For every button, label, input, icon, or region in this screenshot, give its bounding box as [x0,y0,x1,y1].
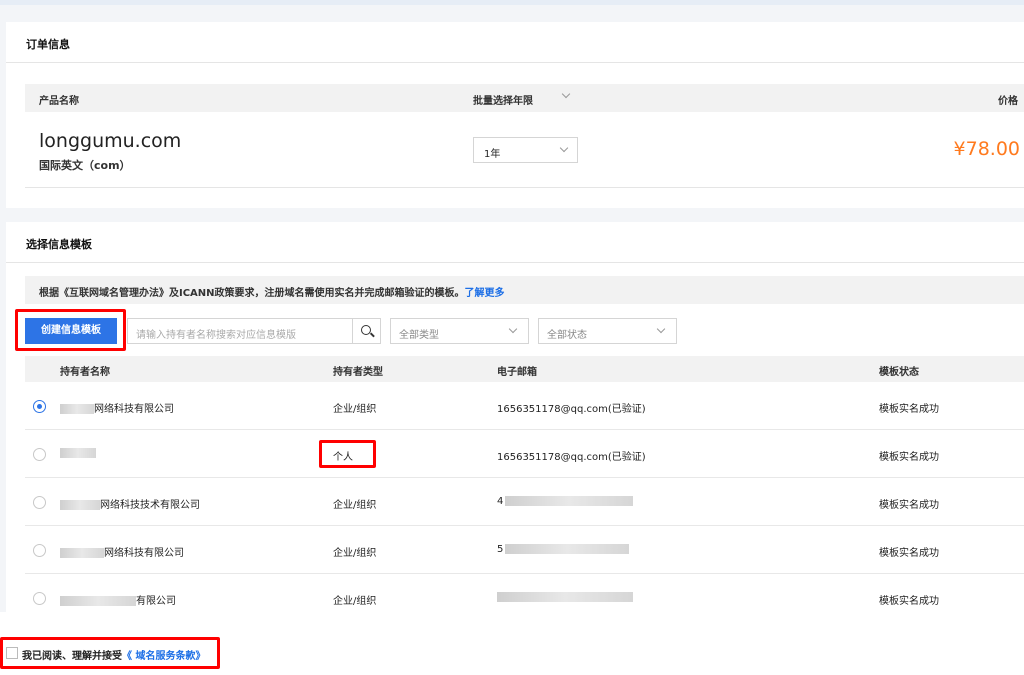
header-product: 产品名称 [39,96,79,107]
holder-type: 企业/组织 [333,404,377,415]
order-table-header: 产品名称 批量选择年限 价格 [25,84,1024,112]
header-email: 电子邮箱 [497,367,537,378]
radio-unselected[interactable] [33,448,46,461]
holder-type: 企业/组织 [333,596,377,607]
notice-bar: 根据《互联网域名管理办法》及ICANN政策要求，注册域名需使用实名并完成邮箱验证… [25,276,1024,304]
agreement-footer: 我已阅读、理解并接受《 域名服务条款》 [0,612,1024,675]
header-status: 模板状态 [879,367,919,378]
product-name: longgumu.com [39,130,182,152]
holder-name: 网络科技技术有限公司 [100,500,200,511]
holder-type: 企业/组织 [333,500,377,511]
type-filter-value: 全部类型 [399,330,439,341]
template-table-header: 持有者名称 持有者类型 电子邮箱 模板状态 [25,356,1024,382]
radio-unselected[interactable] [33,544,46,557]
status-filter-value: 全部状态 [547,330,587,341]
header-type: 持有者类型 [333,367,383,378]
radio-selected[interactable] [33,400,46,413]
order-info-title: 订单信息 [26,38,70,51]
table-row[interactable]: 网络科技有限公司 企业/组织 5 模板实名成功 [25,526,1024,574]
search-button[interactable] [352,319,380,343]
year-select[interactable]: 1年 [473,137,578,163]
table-row[interactable]: 网络科技技术有限公司 企业/组织 4 模板实名成功 [25,478,1024,526]
highlight-box [0,637,220,669]
header-years: 批量选择年限 [473,96,533,107]
top-strip [0,0,1024,5]
holder-email: 5 [497,544,504,555]
holder-name: 有限公司 [136,596,176,607]
type-filter-select[interactable]: 全部类型 [390,318,529,344]
highlight-box [15,309,126,351]
template-status: 模板实名成功 [879,500,939,511]
highlight-box [319,440,376,468]
chevron-down-icon [656,324,666,334]
template-card: 选择信息模板 根据《互联网域名管理办法》及ICANN政策要求，注册域名需使用实名… [6,222,1024,612]
product-subtitle: 国际英文（com） [39,159,131,172]
holder-type: 企业/组织 [333,548,377,559]
divider [6,262,1024,263]
order-info-card: 订单信息 产品名称 批量选择年限 价格 longgumu.com 国际英文（co… [6,22,1024,208]
radio-unselected[interactable] [33,592,46,605]
status-filter-select[interactable]: 全部状态 [538,318,677,344]
template-status: 模板实名成功 [879,452,939,463]
search-box: 请输入持有者名称搜索对应信息模版 [127,318,381,344]
holder-email: 1656351178@qq.com(已验证) [497,404,646,415]
chevron-down-icon [508,324,518,334]
search-input[interactable]: 请输入持有者名称搜索对应信息模版 [136,326,296,341]
header-price: 价格 [998,96,1018,107]
divider [25,187,1024,188]
holder-name: 网络科技有限公司 [104,548,184,559]
template-status: 模板实名成功 [879,596,939,607]
holder-email: 1656351178@qq.com(已验证) [497,452,646,463]
chevron-down-icon [559,143,569,153]
holder-name: 网络科技有限公司 [94,404,174,415]
price-value: ¥78.00 [953,138,1020,160]
table-row[interactable]: 网络科技有限公司 企业/组织 1656351178@qq.com(已验证) 模板… [25,382,1024,430]
learn-more-link[interactable]: 了解更多 [465,288,505,299]
notice-text: 根据《互联网域名管理办法》及ICANN政策要求，注册域名需使用实名并完成邮箱验证… [39,288,465,299]
radio-unselected[interactable] [33,496,46,509]
divider [6,62,1024,63]
header-holder: 持有者名称 [60,367,110,378]
template-title: 选择信息模板 [26,238,92,251]
chevron-down-icon[interactable] [561,89,571,99]
table-row[interactable]: 个人 1656351178@qq.com(已验证) 模板实名成功 [25,430,1024,478]
year-select-value: 1年 [484,149,501,160]
template-status: 模板实名成功 [879,404,939,415]
holder-email: 4 [497,496,504,507]
template-status: 模板实名成功 [879,548,939,559]
